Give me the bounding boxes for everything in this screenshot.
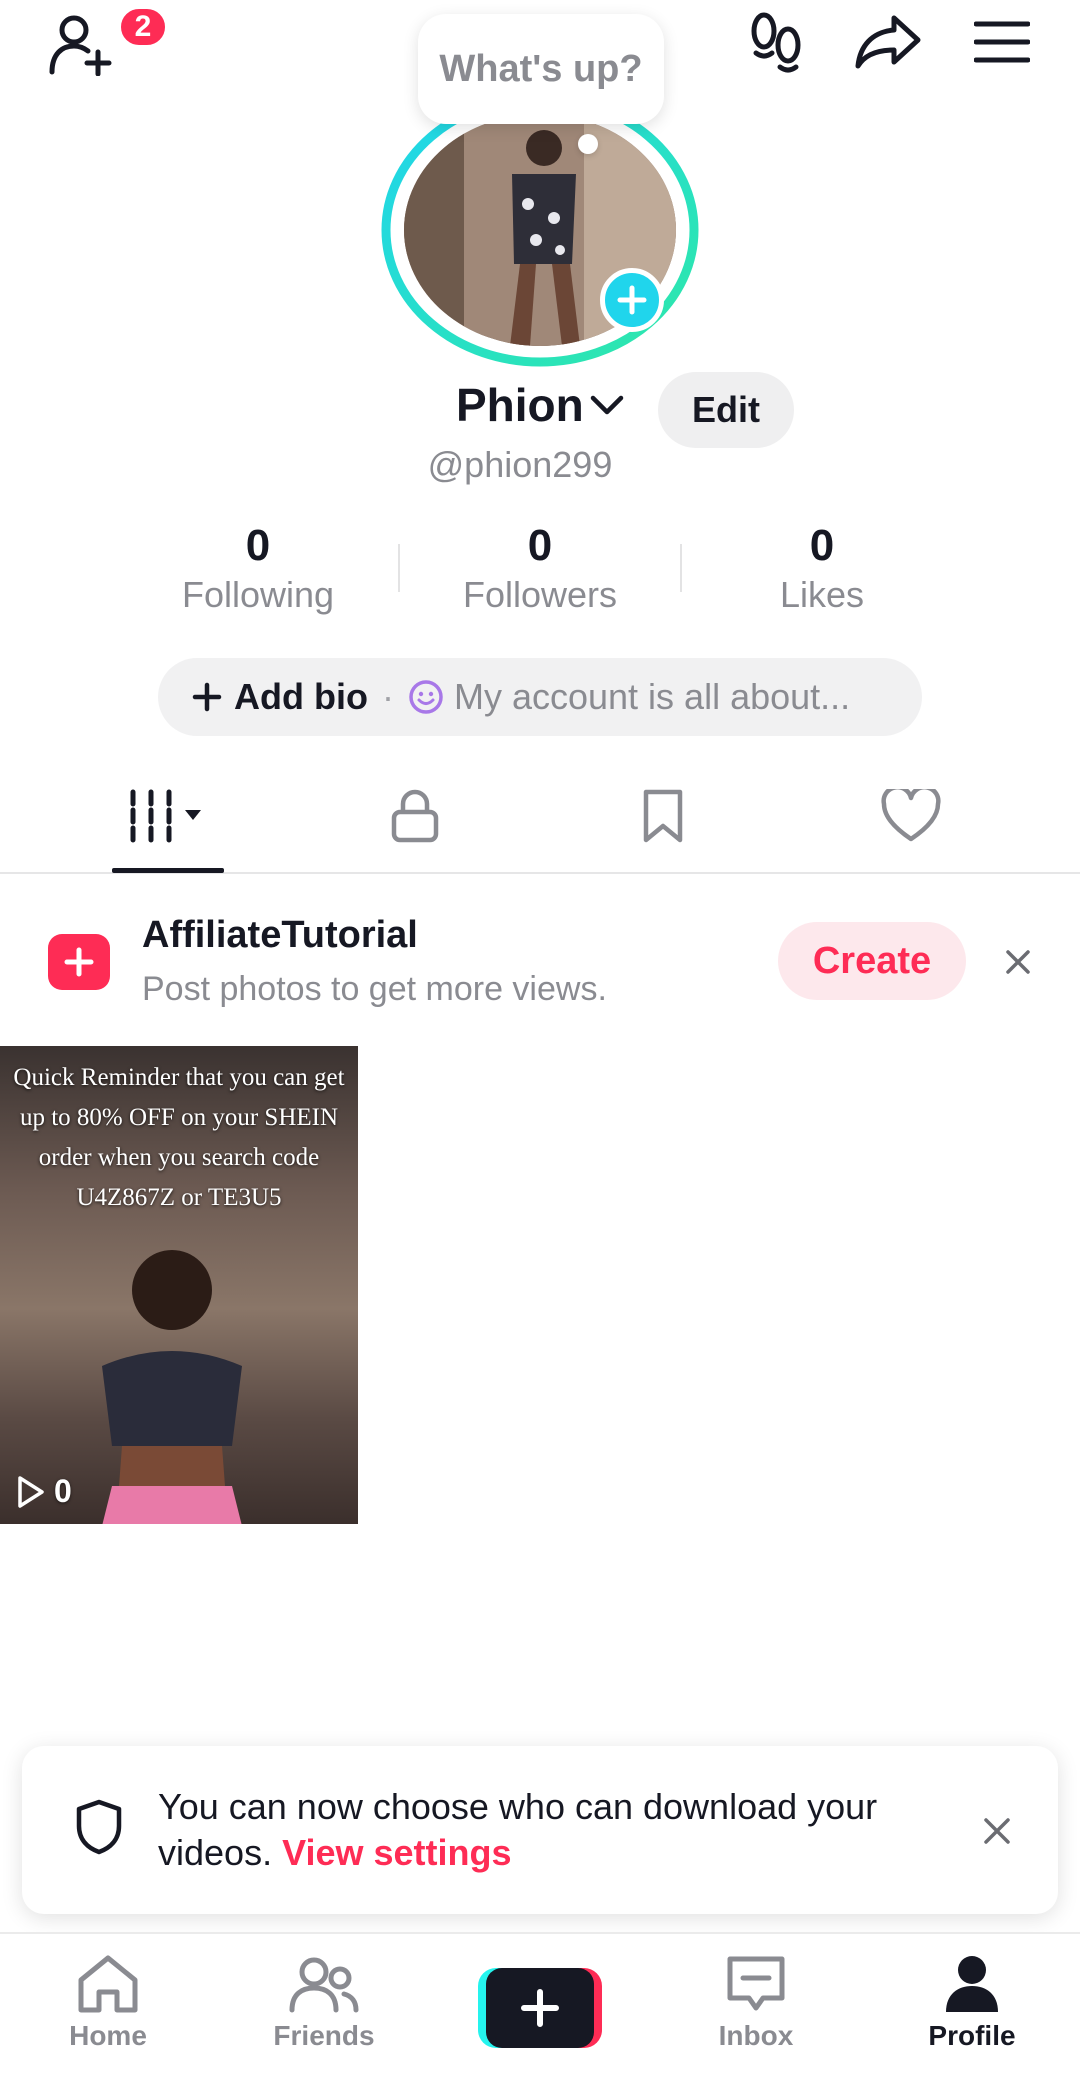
status-bubble[interactable]: What's up? xyxy=(418,14,664,124)
name-row: Phion Edit xyxy=(0,372,1080,448)
hamburger-menu-icon xyxy=(974,21,1030,63)
followers-count: 0 xyxy=(527,521,553,570)
menu-button[interactable] xyxy=(970,6,1034,78)
friend-requests-badge: 2 xyxy=(118,6,168,48)
nav-inbox-label: Inbox xyxy=(718,2020,794,2051)
avatar-container[interactable] xyxy=(380,92,700,368)
grid-videos-icon xyxy=(130,789,201,843)
bio-placeholder: My account is all about... xyxy=(453,676,851,717)
toast-message: You can now choose who can download your… xyxy=(158,1784,938,1876)
stat-followers[interactable]: 0 Followers xyxy=(410,520,670,618)
share-arrow-icon xyxy=(855,15,921,69)
lock-icon xyxy=(391,789,439,843)
content-tabs xyxy=(0,760,1080,874)
likes-count: 0 xyxy=(809,521,835,570)
bookmark-icon xyxy=(643,789,683,843)
video-thumbnail[interactable]: Quick Reminder that you can get up to 80… xyxy=(0,1046,358,1524)
share-profile-button[interactable] xyxy=(850,6,926,78)
profile-views-button[interactable] xyxy=(742,6,810,78)
smiley-icon xyxy=(409,680,443,714)
create-button[interactable]: Create xyxy=(778,922,966,1000)
plus-icon xyxy=(617,285,647,315)
video-view-count: 0 xyxy=(16,1473,72,1510)
username-handle: @phion299 xyxy=(0,444,1080,486)
friends-icon xyxy=(289,1957,359,2013)
stat-following[interactable]: 0 Following xyxy=(128,520,388,618)
nav-friends-label: Friends xyxy=(273,2020,375,2051)
create-video-button[interactable] xyxy=(478,1968,602,2048)
footprints-icon xyxy=(751,12,801,73)
add-user-icon xyxy=(49,15,112,76)
create-post-icon xyxy=(48,934,110,990)
chevron-down-icon[interactable] xyxy=(590,394,624,416)
tab-liked[interactable] xyxy=(836,760,986,872)
following-count: 0 xyxy=(245,521,271,570)
tab-videos[interactable] xyxy=(94,760,244,872)
nav-profile[interactable]: Profile xyxy=(892,1954,1052,2066)
stat-likes[interactable]: 0 Likes xyxy=(692,520,952,618)
add-story-button[interactable] xyxy=(600,268,664,332)
tab-favorites[interactable] xyxy=(588,760,738,872)
toast-text: You can now choose who can download your… xyxy=(158,1786,878,1873)
bio-separator: · xyxy=(381,676,394,717)
edit-profile-button[interactable]: Edit xyxy=(658,372,794,448)
stats-row: 0 Following 0 Followers 0 Likes xyxy=(0,520,1080,620)
add-bio-label: Add bio xyxy=(234,676,368,717)
heart-icon xyxy=(881,789,941,842)
promo-title: AffiliateTutorial xyxy=(142,914,418,956)
views-number: 0 xyxy=(54,1473,72,1509)
nav-friends[interactable]: Friends xyxy=(244,1954,404,2066)
plus-icon xyxy=(64,947,94,977)
stat-divider xyxy=(398,544,400,592)
bottom-nav: Home Friends Inbox Profile xyxy=(0,1932,1080,2076)
active-tab-indicator xyxy=(112,868,224,873)
play-icon xyxy=(18,1475,44,1508)
close-icon[interactable] xyxy=(1000,944,1036,980)
profile-icon xyxy=(946,1956,998,2012)
nav-profile-label: Profile xyxy=(928,2020,1016,2051)
nav-home[interactable]: Home xyxy=(28,1954,188,2066)
display-name[interactable]: Phion xyxy=(456,378,584,432)
promo-subtitle: Post photos to get more views. xyxy=(142,970,607,1008)
inbox-icon xyxy=(727,1956,785,2011)
download-settings-toast: You can now choose who can download your… xyxy=(22,1746,1058,1914)
plus-icon xyxy=(521,1989,559,2027)
nav-home-label: Home xyxy=(69,2020,147,2051)
affiliate-promo: AffiliateTutorial Post photos to get mor… xyxy=(0,900,1080,1020)
stat-divider xyxy=(680,544,682,592)
add-bio-bar[interactable]: Add bio · My account is all about... xyxy=(158,658,922,736)
handle-text: @phion299 xyxy=(427,444,613,485)
video-caption: Quick Reminder that you can get up to 80… xyxy=(13,1064,345,1211)
create-button-face xyxy=(486,1968,594,2048)
add-friends-button[interactable]: 2 xyxy=(40,6,168,80)
view-settings-link[interactable]: View settings xyxy=(282,1832,511,1873)
home-icon xyxy=(78,1955,138,2013)
plus-icon xyxy=(192,682,222,712)
followers-label: Followers xyxy=(462,574,618,615)
following-label: Following xyxy=(181,574,335,615)
shield-icon xyxy=(76,1799,122,1855)
nav-inbox[interactable]: Inbox xyxy=(676,1954,836,2066)
tab-private[interactable] xyxy=(340,760,490,872)
bubble-tail xyxy=(578,134,598,154)
likes-label: Likes xyxy=(779,574,865,615)
close-icon[interactable] xyxy=(980,1814,1014,1848)
video-still xyxy=(102,1250,242,1524)
